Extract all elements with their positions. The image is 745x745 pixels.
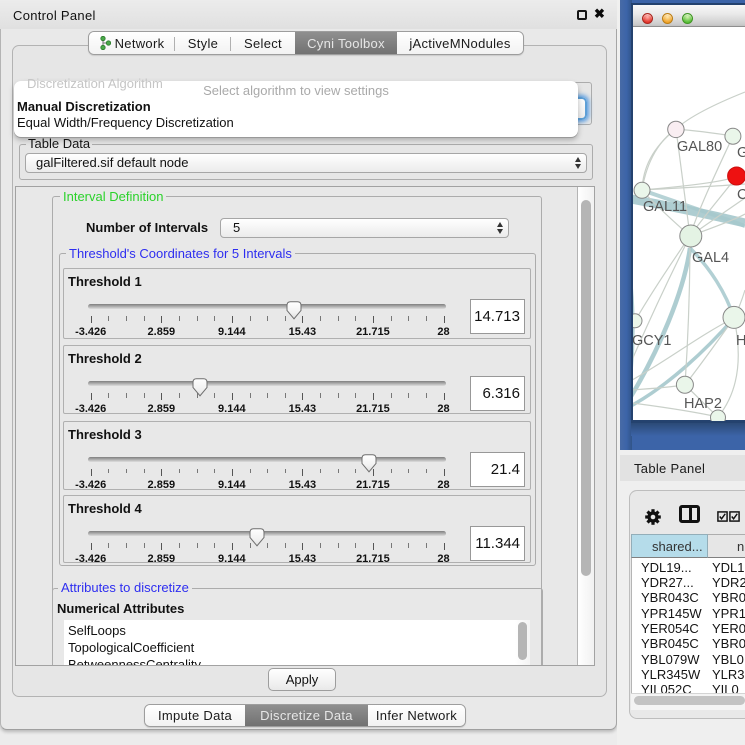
svg-text:HAP2: HAP2 xyxy=(684,396,722,412)
svg-text:GAL11: GAL11 xyxy=(643,199,687,215)
svg-text:GAL4: GAL4 xyxy=(692,250,729,266)
svg-text:GCY1: GCY1 xyxy=(633,333,672,349)
svg-text:C: C xyxy=(737,187,745,203)
svg-text:GA: GA xyxy=(737,145,745,161)
svg-text:GAL80: GAL80 xyxy=(677,139,722,155)
svg-text:H: H xyxy=(736,333,745,349)
